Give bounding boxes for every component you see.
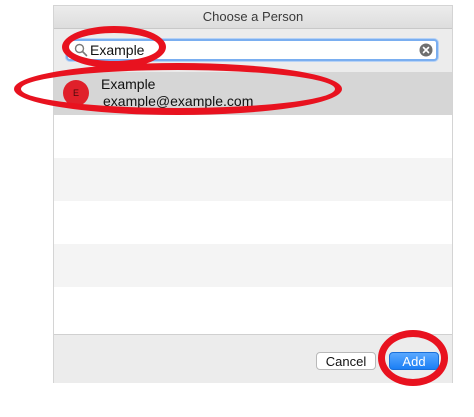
choose-person-dialog: Choose a Person E Example example@exam [54,6,452,383]
cancel-button[interactable]: Cancel [316,352,376,370]
empty-row [54,158,452,201]
search-field[interactable] [66,39,438,61]
empty-row [54,287,452,330]
person-email: example@example.com [103,93,254,109]
search-input[interactable] [90,41,410,59]
add-button[interactable]: Add [389,352,439,370]
magnifying-glass-icon [74,43,88,57]
person-row[interactable]: E Example example@example.com [54,72,452,115]
people-results-list: E Example example@example.com [54,72,452,334]
dialog-footer: Cancel Add [54,334,452,383]
empty-row [54,244,452,287]
empty-row [54,201,452,244]
screenshot-stage: Choose a Person E Example example@exam [0,0,474,417]
person-name: Example [101,76,156,92]
search-bar [54,29,452,72]
person-avatar: E [63,80,89,106]
empty-row [54,115,452,158]
dialog-title: Choose a Person [54,6,452,29]
clear-search-icon[interactable] [419,43,433,57]
